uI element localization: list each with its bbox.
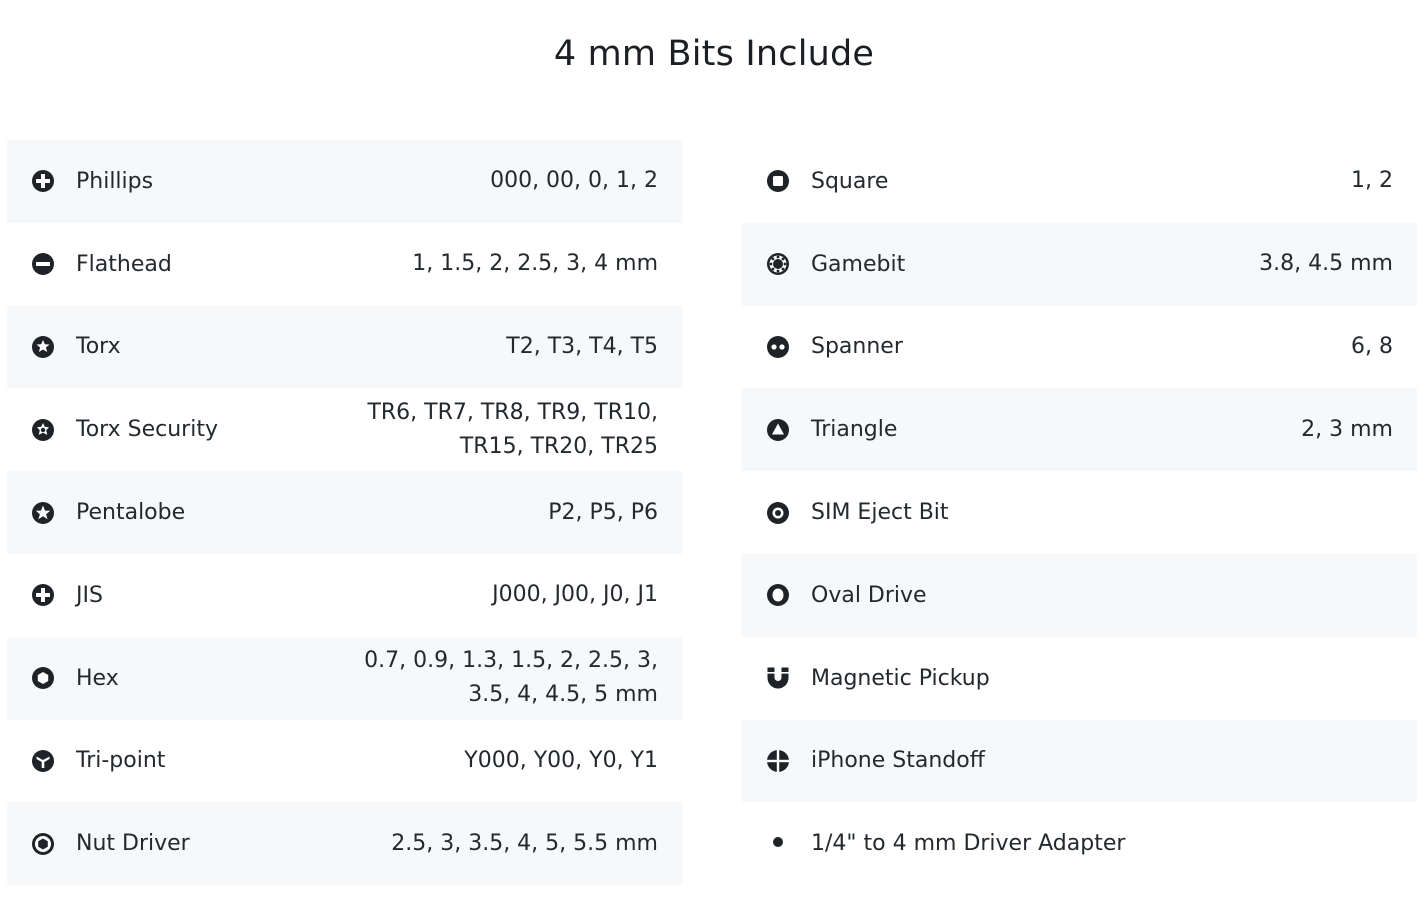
bit-sizes: J000, J00, J0, J1 [492, 582, 658, 608]
bit-sizes: 2.5, 3, 3.5, 4, 5, 5.5 mm [391, 830, 658, 856]
bit-label: Hex [76, 665, 119, 691]
bit-row-square: Square 1, 2 [742, 140, 1417, 223]
bit-sizes: 3.8, 4.5 mm [1259, 251, 1393, 277]
bit-row-tri-point: Tri-point Y000, Y00, Y0, Y1 [7, 720, 682, 803]
bit-row-flathead: Flathead 1, 1.5, 2, 2.5, 3, 4 mm [7, 223, 682, 306]
bit-row-magnetic-pickup: Magnetic Pickup [742, 637, 1417, 720]
bit-label: iPhone Standoff [811, 748, 985, 774]
bit-label: Flathead [76, 251, 172, 277]
right-bit-list: Square 1, 2 Gamebit 3.8, 4.5 mm Spanner … [742, 140, 1417, 885]
bit-label: Oval Drive [811, 582, 927, 608]
bit-sizes: 1, 2 [1351, 168, 1393, 194]
bit-sizes: 0.7, 0.9, 1.3, 1.5, 2, 2.5, 3, 3.5, 4, 4… [364, 648, 658, 708]
bit-sizes: 2, 3 mm [1301, 416, 1393, 442]
page-title: 4 mm Bits Include [553, 34, 875, 74]
bit-row-driver-adapter: 1/4" to 4 mm Driver Adapter [742, 802, 1417, 885]
bit-row-torx-security: Torx Security TR6, TR7, TR8, TR9, TR10, … [7, 388, 682, 471]
bit-label: Torx [76, 334, 121, 360]
nut-driver-icon [31, 832, 55, 856]
bit-label: Phillips [76, 168, 154, 194]
bit-label: Gamebit [811, 251, 906, 277]
bit-row-gamebit: Gamebit 3.8, 4.5 mm [742, 222, 1417, 306]
bit-sizes: 1, 1.5, 2, 2.5, 3, 4 mm [412, 251, 658, 277]
bit-label: 1/4" to 4 mm Driver Adapter [811, 831, 1126, 857]
bit-label: Torx Security [76, 417, 218, 443]
bit-label: Triangle [811, 417, 898, 443]
bit-row-pentalobe: Pentalobe P2, P5, P6 [7, 471, 682, 554]
flathead-icon [31, 252, 55, 276]
iphone-standoff-icon [766, 749, 790, 773]
bit-label: Tri-point [76, 748, 166, 774]
hex-icon [31, 666, 55, 690]
triangle-icon [766, 418, 790, 442]
gamebit-icon [766, 252, 790, 276]
bit-label: JIS [76, 582, 103, 608]
sim-eject-icon [766, 501, 790, 525]
bit-row-spanner: Spanner 6, 8 [742, 306, 1417, 389]
bit-row-jis: JIS J000, J00, J0, J1 [7, 554, 682, 637]
spanner-icon [766, 335, 790, 359]
tri-point-icon [31, 749, 55, 773]
bit-sizes: TR6, TR7, TR8, TR9, TR10, TR15, TR20, TR… [367, 399, 658, 459]
bit-row-torx: Torx T2, T3, T4, T5 [7, 305, 682, 389]
bit-row-oval-drive: Oval Drive [742, 553, 1417, 637]
bit-row-hex: Hex 0.7, 0.9, 1.3, 1.5, 2, 2.5, 3, 3.5, … [7, 636, 682, 720]
square-icon [766, 169, 790, 193]
bit-row-sim-eject: SIM Eject Bit [742, 471, 1417, 554]
bit-sizes: 6, 8 [1351, 333, 1393, 359]
bit-sizes: Y000, Y00, Y0, Y1 [464, 747, 658, 773]
phillips-icon [31, 169, 55, 193]
jis-icon [31, 583, 55, 607]
pentalobe-icon [31, 501, 55, 525]
bit-row-iphone-standoff: iPhone Standoff [742, 719, 1417, 803]
bit-sizes: 000, 00, 0, 1, 2 [490, 168, 658, 194]
bit-label: Square [811, 168, 889, 194]
bit-row-phillips: Phillips 000, 00, 0, 1, 2 [7, 140, 682, 223]
left-bit-list: Phillips 000, 00, 0, 1, 2 Flathead 1, 1.… [7, 140, 682, 886]
torx-security-icon [31, 418, 55, 442]
bit-label: SIM Eject Bit [811, 500, 949, 526]
bit-label: Magnetic Pickup [811, 665, 990, 691]
bit-row-triangle: Triangle 2, 3 mm [742, 388, 1417, 472]
bit-sizes: T2, T3, T4, T5 [506, 333, 658, 359]
magnetic-pickup-icon [766, 666, 790, 690]
bit-label: Spanner [811, 334, 903, 360]
oval-drive-icon [766, 583, 790, 607]
bit-label: Pentalobe [76, 500, 186, 526]
bit-sizes: P2, P5, P6 [548, 499, 658, 525]
bit-label: Nut Driver [76, 831, 190, 857]
torx-icon [31, 335, 55, 359]
driver-adapter-icon [766, 832, 790, 856]
bit-row-nut-driver: Nut Driver 2.5, 3, 3.5, 4, 5, 5.5 mm [7, 802, 682, 886]
